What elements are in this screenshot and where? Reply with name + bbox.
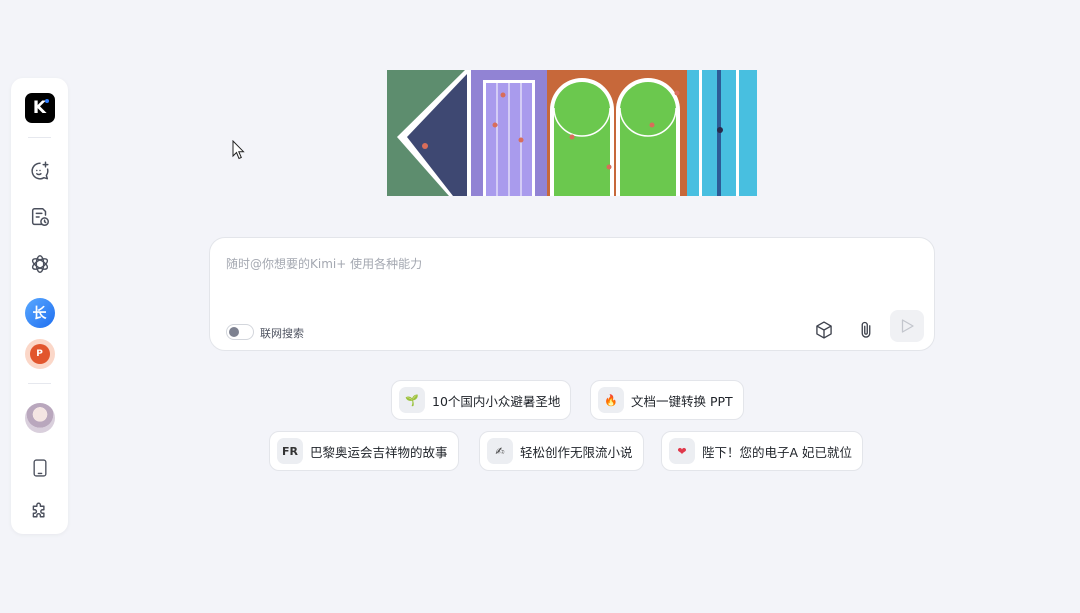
sidebar: K 长 P — [11, 78, 68, 534]
web-search-toggle[interactable] — [226, 324, 254, 340]
suggestion-label: 轻松创作无限流小说 — [520, 444, 633, 460]
mobile-icon[interactable] — [24, 452, 56, 484]
new-chat-icon[interactable] — [24, 155, 56, 187]
plugin-icon[interactable] — [24, 495, 56, 527]
history-icon[interactable] — [24, 201, 56, 233]
web-search-label: 联网搜索 — [260, 327, 304, 340]
heart-icon: ❤ — [669, 438, 695, 464]
fr-badge-icon: FR — [277, 438, 303, 464]
fire-icon: 🔥 — [598, 387, 624, 413]
explore-icon[interactable] — [24, 248, 56, 280]
suggestion-label: 巴黎奥运会吉祥物的故事 — [310, 444, 448, 460]
sidebar-divider — [28, 137, 51, 138]
ppt-label: P — [29, 344, 50, 364]
kimi-logo[interactable]: K — [24, 92, 56, 124]
send-button[interactable] — [890, 310, 924, 342]
mouse-cursor-icon — [232, 140, 245, 160]
user-avatar[interactable] — [24, 402, 56, 434]
long-text-label: 长 — [24, 298, 55, 328]
chat-input-box[interactable]: 随时@你想要的Kimi+ 使用各种能力 联网搜索 — [209, 237, 935, 351]
suggestion-label: 陛下！您的电子A 妃已就位 — [702, 444, 853, 460]
suggestion-label: 10个国内小众避暑圣地 — [432, 393, 561, 409]
suggestion-chip-olympics-mascot[interactable]: FR 巴黎奥运会吉祥物的故事 — [269, 431, 459, 471]
doodle-banner[interactable] — [387, 70, 757, 196]
send-icon — [901, 319, 914, 333]
writing-hand-icon: ✍ — [487, 438, 513, 464]
kimi-plus-long-text[interactable]: 长 — [24, 297, 56, 329]
cube-icon[interactable] — [808, 314, 840, 346]
sidebar-divider — [28, 383, 51, 384]
chat-input-placeholder[interactable]: 随时@你想要的Kimi+ 使用各种能力 — [226, 255, 422, 272]
kimi-plus-ppt[interactable]: P — [24, 338, 56, 370]
suggestion-chip-doc-to-ppt[interactable]: 🔥 文档一键转换 PPT — [590, 380, 744, 420]
leaf-icon: 🌱 — [399, 387, 425, 413]
suggestion-chip-novel-writing[interactable]: ✍ 轻松创作无限流小说 — [479, 431, 644, 471]
attachment-icon[interactable] — [850, 314, 882, 346]
suggestion-chip-ai-consort[interactable]: ❤ 陛下！您的电子A 妃已就位 — [661, 431, 864, 471]
suggestion-chip-summer-retreats[interactable]: 🌱 10个国内小众避暑圣地 — [391, 380, 572, 420]
suggestion-label: 文档一键转换 PPT — [631, 393, 733, 409]
